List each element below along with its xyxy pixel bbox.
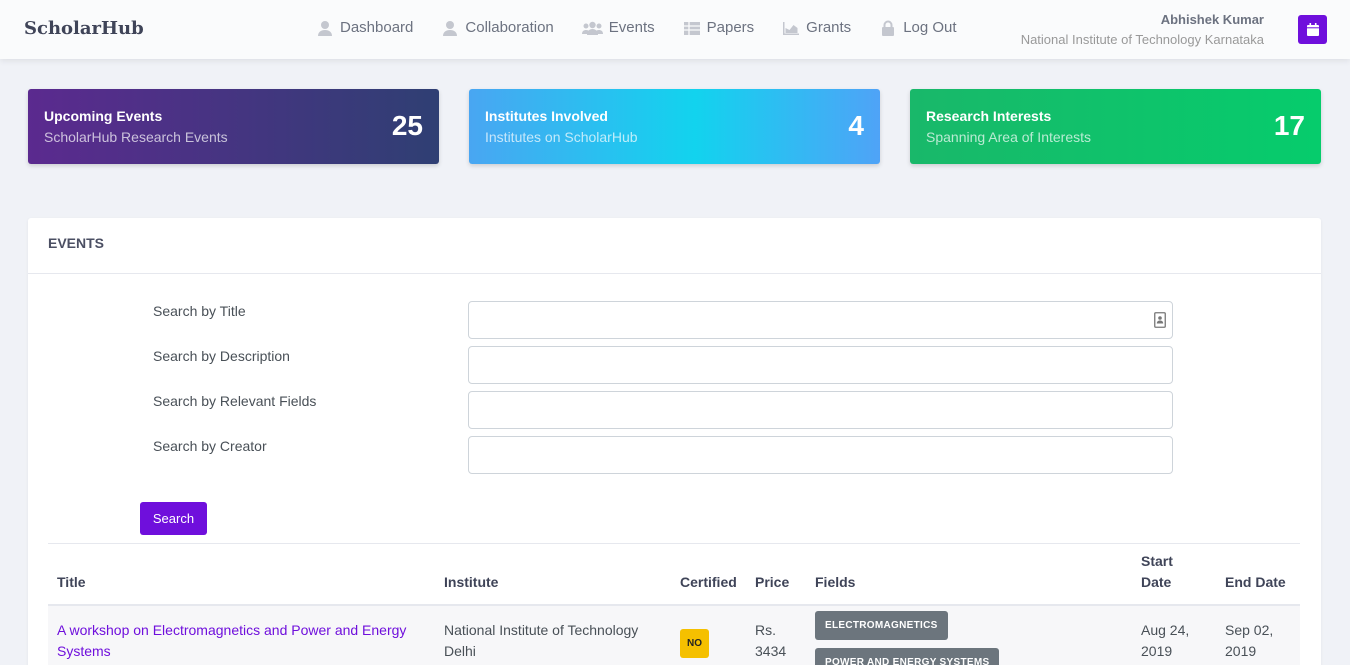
col-price[interactable]: Price: [746, 544, 806, 606]
nav-grants-label: Grants: [806, 19, 852, 36]
search-fields-row: Search by Relevant Fields: [153, 391, 1173, 429]
user-icon: [443, 20, 458, 36]
nav-logout[interactable]: Log Out: [879, 19, 957, 36]
nav-dashboard[interactable]: Dashboard: [316, 19, 413, 36]
nav-papers[interactable]: Papers: [683, 19, 755, 36]
upcoming-events-card: Upcoming Events ScholarHub Research Even…: [28, 89, 439, 164]
search-description-input[interactable]: [468, 346, 1173, 384]
col-start-date[interactable]: Start Date: [1132, 544, 1216, 606]
chart-icon: [783, 21, 800, 35]
search-title-input[interactable]: [468, 301, 1173, 339]
contact-card-icon: [1154, 312, 1166, 328]
nav-collaboration-label: Collaboration: [465, 19, 554, 36]
event-institute: National Institute of Technology Delhi: [435, 605, 671, 665]
card-subtitle: ScholarHub Research Events: [44, 129, 228, 145]
event-fields-cell: ELECTROMAGNETICS POWER AND ENERGY SYSTEM…: [806, 605, 1132, 665]
research-interests-card: Research Interests Spanning Area of Inte…: [910, 89, 1321, 164]
nav-events-label: Events: [608, 19, 655, 36]
nav-papers-label: Papers: [706, 19, 755, 36]
card-subtitle: Spanning Area of Interests: [926, 129, 1091, 145]
search-description-label: Search by Description: [153, 348, 290, 364]
search-creator-input[interactable]: [468, 436, 1173, 474]
card-value: 17: [1273, 110, 1305, 141]
card-value: 4: [848, 110, 864, 141]
search-title-label: Search by Title: [153, 303, 246, 319]
top-navbar: ScholarHub Dashboard Collaboration Event…: [0, 0, 1350, 59]
user-info[interactable]: Abhishek Kumar National Institute of Tec…: [1021, 12, 1264, 47]
event-end-date: Sep 02, 2019: [1216, 605, 1300, 665]
search-creator-row: Search by Creator: [153, 436, 1173, 474]
col-title[interactable]: Title: [48, 544, 435, 606]
col-certified[interactable]: Certified: [671, 544, 746, 606]
user-name: Abhishek Kumar: [1160, 12, 1264, 27]
event-title-cell: A workshop on Electromagnetics and Power…: [48, 605, 435, 665]
event-start-date: Aug 24, 2019: [1132, 605, 1216, 665]
nav-grants[interactable]: Grants: [782, 19, 851, 36]
event-price: Rs. 3434: [746, 605, 806, 665]
search-fields-label: Search by Relevant Fields: [153, 393, 317, 409]
table-row: A workshop on Electromagnetics and Power…: [48, 605, 1300, 665]
card-title: Institutes Involved: [485, 108, 608, 124]
search-description-row: Search by Description: [153, 346, 1173, 384]
field-badge: ELECTROMAGNETICS: [815, 611, 948, 640]
card-subtitle: Institutes on ScholarHub: [485, 129, 638, 145]
search-creator-label: Search by Creator: [153, 438, 267, 454]
user-icon: [318, 20, 332, 36]
search-button[interactable]: Search: [140, 502, 207, 535]
card-value: 25: [391, 110, 423, 141]
search-title-row: Search by Title: [153, 301, 1173, 339]
col-institute[interactable]: Institute: [435, 544, 671, 606]
col-fields[interactable]: Fields: [806, 544, 1132, 606]
certified-badge: NO: [680, 629, 709, 658]
brand-logo[interactable]: ScholarHub: [24, 18, 144, 39]
events-table: Title Institute Certified Price Fields S…: [48, 544, 1300, 665]
search-fields-input[interactable]: [468, 391, 1173, 429]
table-header-row: Title Institute Certified Price Fields S…: [48, 544, 1300, 606]
panel-title: EVENTS: [28, 218, 1321, 274]
event-title-link[interactable]: A workshop on Electromagnetics and Power…: [57, 622, 406, 659]
nav-collaboration[interactable]: Collaboration: [441, 19, 554, 36]
card-title: Research Interests: [926, 108, 1052, 124]
field-badge: POWER AND ENERGY SYSTEMS: [815, 648, 1000, 665]
event-certified-cell: NO: [671, 605, 746, 665]
nav-dashboard-label: Dashboard: [340, 19, 414, 36]
user-institute: National Institute of Technology Karnata…: [1020, 32, 1264, 47]
lock-icon: [882, 20, 895, 36]
institutes-involved-card: Institutes Involved Institutes on Schola…: [469, 89, 880, 164]
card-title: Upcoming Events: [44, 108, 163, 124]
calendar-icon: [1306, 23, 1319, 36]
main-nav: Dashboard Collaboration Events Papers Gr…: [316, 19, 985, 36]
table-icon: [683, 21, 700, 35]
nav-events[interactable]: Events: [581, 19, 655, 36]
calendar-button[interactable]: [1298, 15, 1327, 44]
nav-logout-label: Log Out: [903, 19, 957, 36]
events-panel: EVENTS Search by Title Search by Descrip…: [28, 218, 1321, 665]
users-icon: [581, 21, 603, 35]
col-end-date[interactable]: End Date: [1216, 544, 1300, 606]
